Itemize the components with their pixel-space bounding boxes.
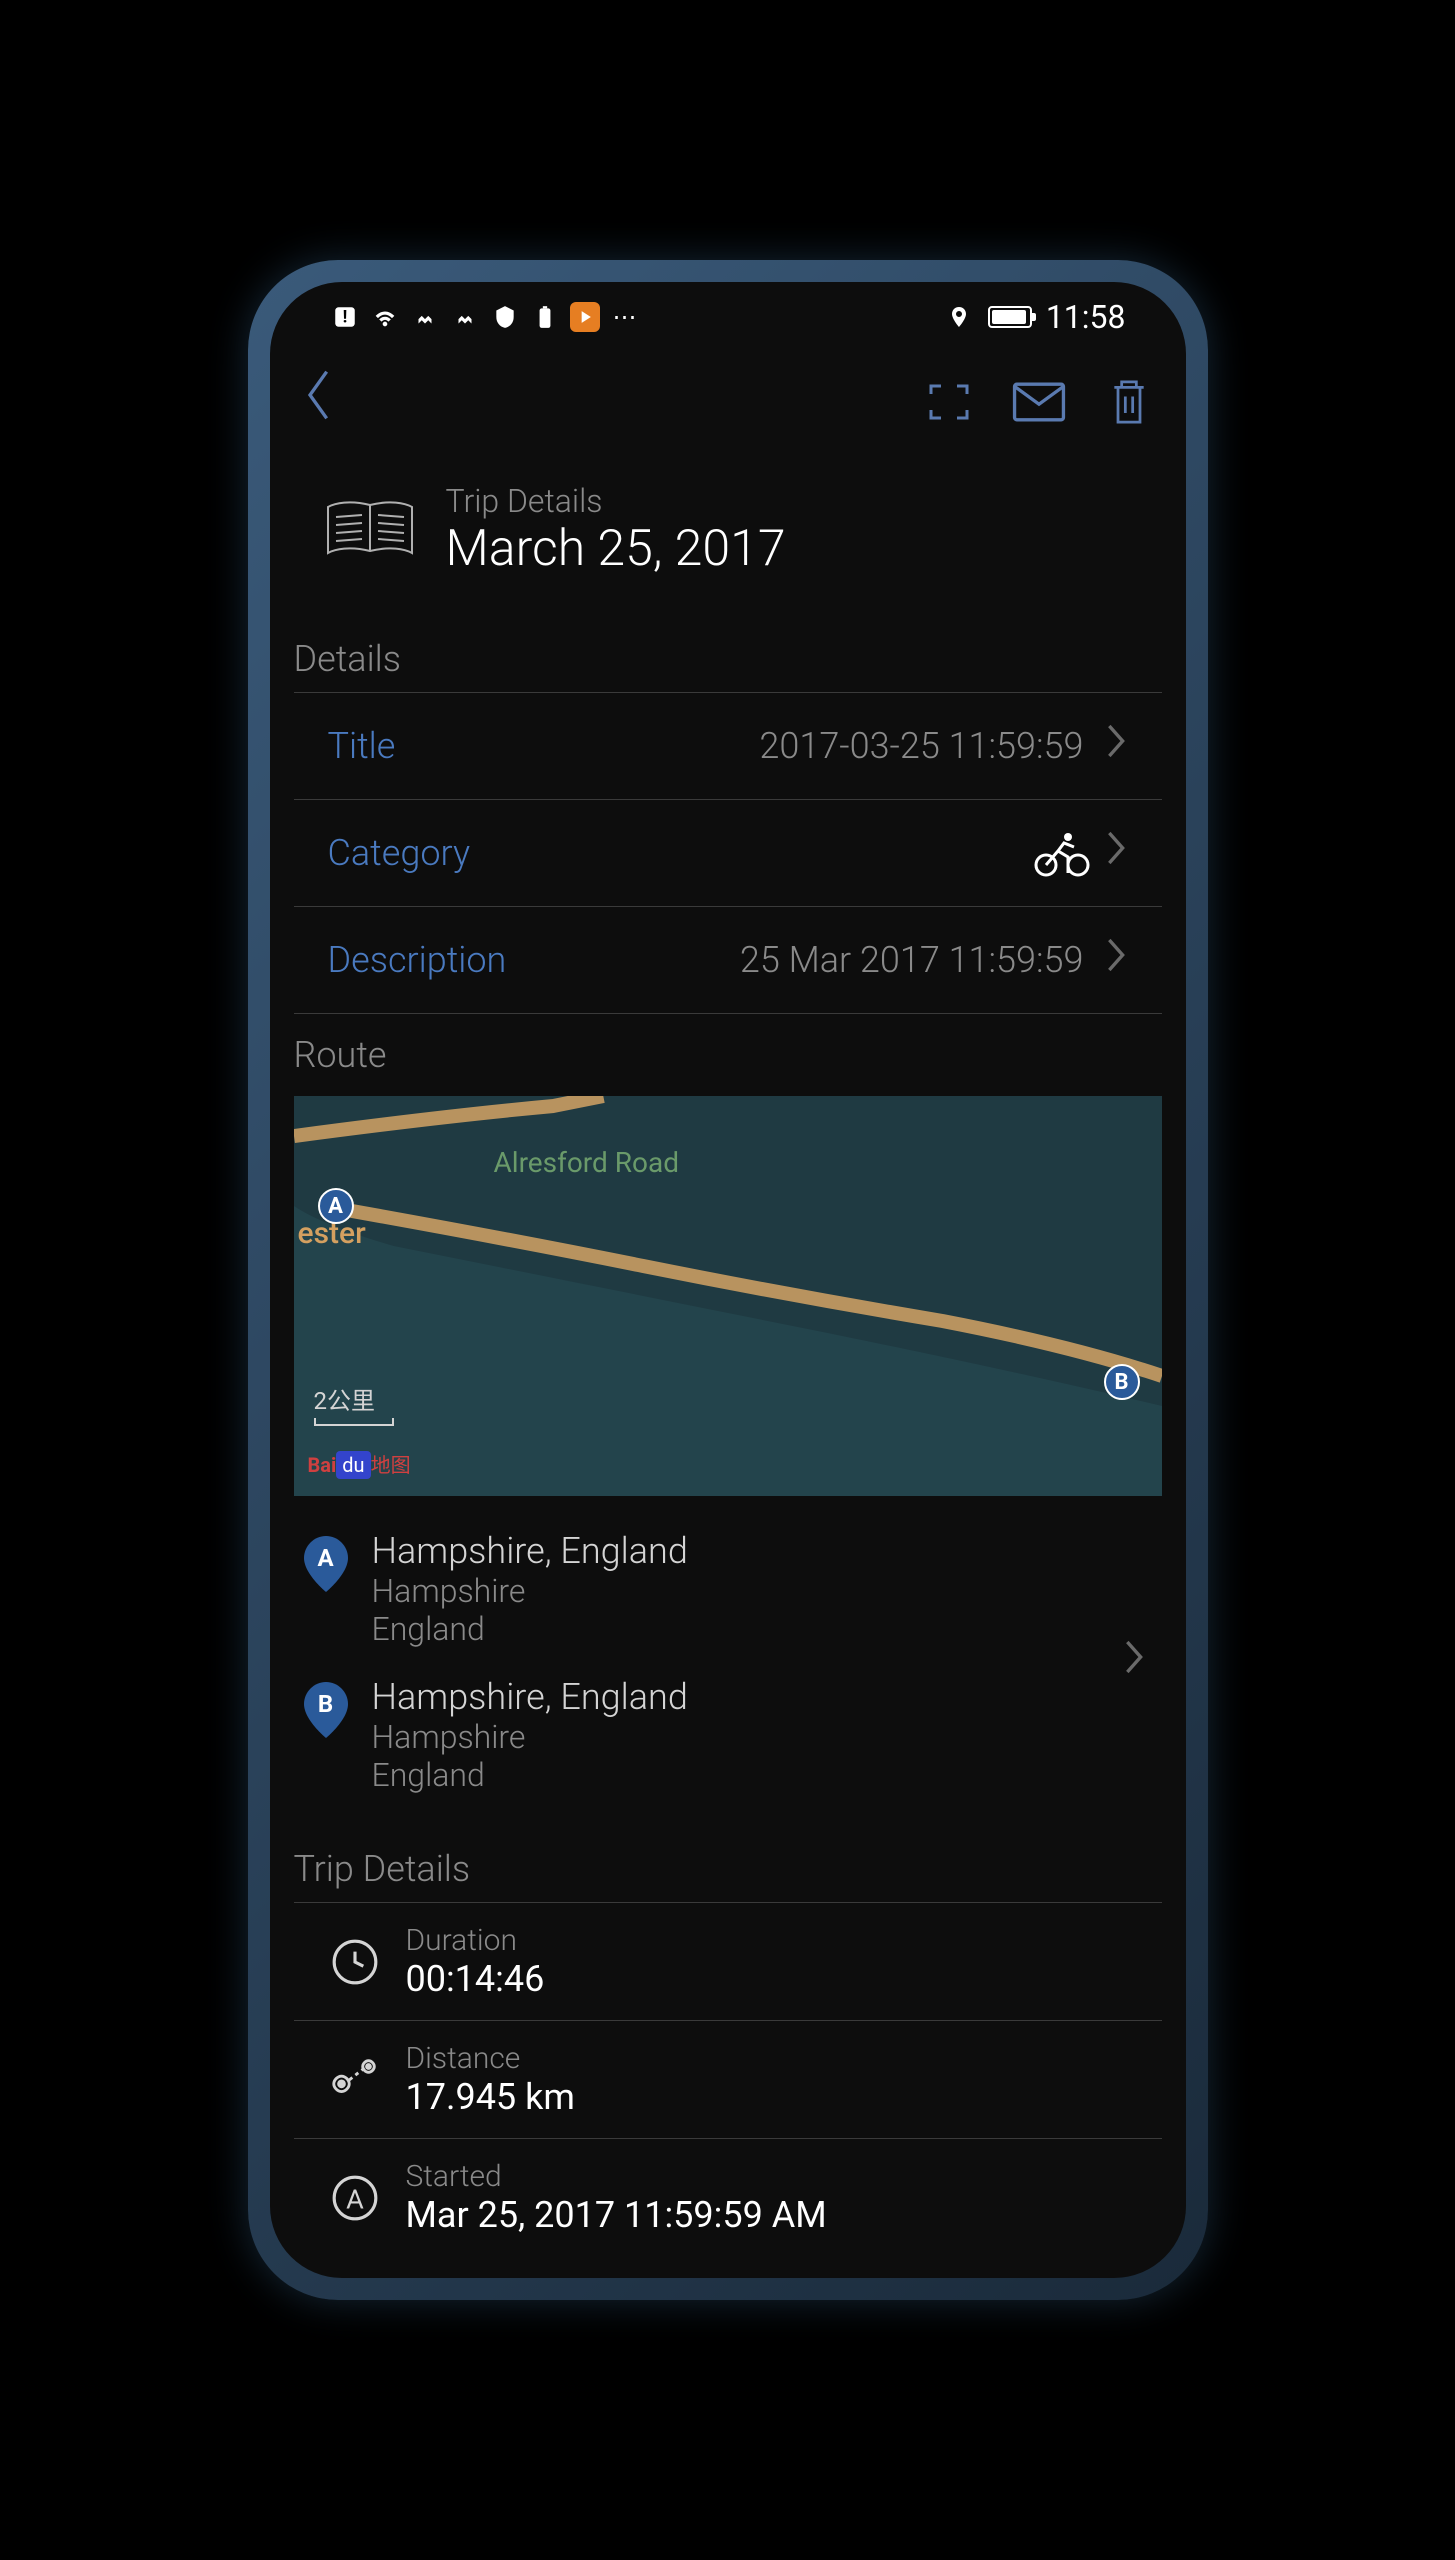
- start-name: Hampshire, England: [372, 1530, 688, 1572]
- play-icon: [570, 302, 600, 332]
- start-marker-icon: A: [328, 2171, 382, 2225]
- description-value: 25 Mar 2017 11:59:59: [506, 939, 1083, 981]
- battery-icon: [988, 306, 1032, 328]
- battery-saver-icon: [530, 302, 560, 332]
- category-label: Category: [328, 832, 471, 874]
- bike-icon: [1034, 833, 1084, 873]
- started-row: A Started Mar 25, 2017 11:59:59 AM: [294, 2139, 1162, 2256]
- title-label: Title: [328, 725, 396, 767]
- clock-icon: [328, 1935, 382, 1989]
- duration-value: 00:14:46: [406, 1958, 545, 2000]
- more-icon: ⋯: [610, 302, 640, 332]
- map-scale: 2公里: [314, 1381, 394, 1426]
- details-section-label: Details: [270, 618, 1186, 692]
- map-scale-text: 2公里: [314, 1387, 376, 1415]
- header-subtitle: Trip Details: [446, 482, 786, 520]
- started-value: Mar 25, 2017 11:59:59 AM: [406, 2194, 827, 2236]
- status-left: ! ⋯: [330, 302, 640, 332]
- book-icon: [320, 495, 420, 565]
- delete-button[interactable]: [1102, 375, 1156, 429]
- map[interactable]: Alresford Road ester A B 2公里 Baidu地图: [294, 1096, 1162, 1496]
- nav-bar: [270, 352, 1186, 452]
- header-title: March 25, 2017: [446, 520, 786, 578]
- clock: 11:58: [1046, 298, 1126, 336]
- fullscreen-button[interactable]: [922, 375, 976, 429]
- duration-row: Duration 00:14:46: [294, 1903, 1162, 2021]
- route-start: A Hampshire, England Hampshire England: [294, 1516, 1162, 1662]
- end-country: England: [372, 1756, 688, 1794]
- route-points[interactable]: A Hampshire, England Hampshire England B…: [270, 1496, 1186, 1828]
- marker-a-icon: A: [304, 1536, 348, 1592]
- phone-frame: ! ⋯: [248, 260, 1208, 2300]
- distance-icon: [328, 2053, 382, 2107]
- chevron-right-icon: [1122, 1637, 1146, 1687]
- svg-text:!: !: [342, 307, 347, 327]
- route-section-label: Route: [270, 1014, 1186, 1088]
- started-label: Started: [406, 2159, 827, 2194]
- phone-screen: ! ⋯: [270, 282, 1186, 2278]
- notification-icon: !: [330, 302, 360, 332]
- category-row[interactable]: Category: [294, 800, 1162, 907]
- duration-label: Duration: [406, 1923, 545, 1958]
- status-bar: ! ⋯: [270, 282, 1186, 352]
- end-region: Hampshire: [372, 1718, 688, 1756]
- distance-label: Distance: [406, 2041, 575, 2076]
- marker-b-icon: B: [304, 1682, 348, 1738]
- shield-icon: [490, 302, 520, 332]
- signal-icon-2: [450, 302, 480, 332]
- end-name: Hampshire, England: [372, 1676, 688, 1718]
- location-icon: [944, 302, 974, 332]
- title-value: 2017-03-25 11:59:59: [395, 725, 1083, 767]
- start-region: Hampshire: [372, 1572, 688, 1610]
- distance-value: 17.945 km: [406, 2076, 575, 2118]
- route-end: B Hampshire, England Hampshire England: [294, 1662, 1162, 1808]
- start-country: England: [372, 1610, 688, 1648]
- description-label: Description: [328, 939, 507, 981]
- chevron-right-icon: [1104, 935, 1128, 985]
- map-road-label: Alresford Road: [494, 1146, 680, 1179]
- marker-letter: B: [318, 1690, 333, 1718]
- chevron-right-icon: [1104, 721, 1128, 771]
- marker-letter: A: [317, 1544, 333, 1572]
- title-row[interactable]: Title 2017-03-25 11:59:59: [294, 693, 1162, 800]
- map-marker-a: A: [318, 1188, 354, 1224]
- back-button[interactable]: [300, 365, 360, 439]
- status-right: 11:58: [944, 298, 1126, 336]
- mail-button[interactable]: [1012, 375, 1066, 429]
- map-attribution: Baidu地图: [308, 1449, 411, 1478]
- wifi-icon: [370, 302, 400, 332]
- chevron-right-icon: [1104, 828, 1128, 878]
- map-marker-b: B: [1104, 1364, 1140, 1400]
- header-section: Trip Details March 25, 2017: [270, 452, 1186, 618]
- trip-details-section-label: Trip Details: [270, 1828, 1186, 1902]
- description-row[interactable]: Description 25 Mar 2017 11:59:59: [294, 907, 1162, 1014]
- distance-row: Distance 17.945 km: [294, 2021, 1162, 2139]
- svg-text:A: A: [346, 2183, 364, 2215]
- signal-icon: [410, 302, 440, 332]
